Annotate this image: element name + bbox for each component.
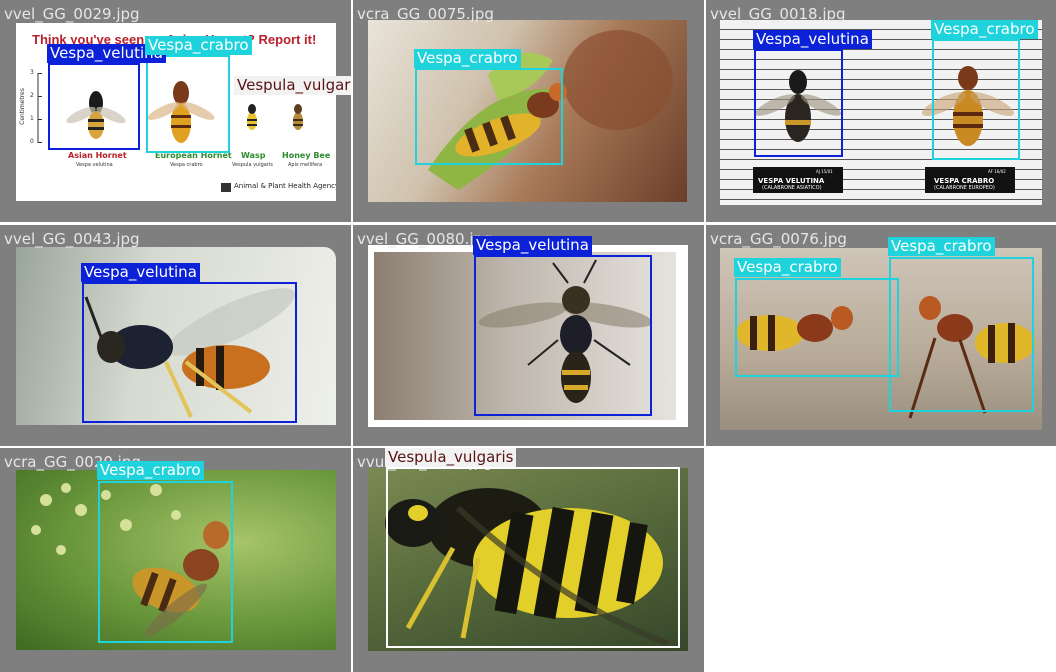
plate-title: VESPA CRABRO xyxy=(934,177,995,185)
poster-tick: 3 xyxy=(30,69,34,76)
species-latin: Vespa velutina xyxy=(76,162,113,168)
detection-label: Vespula_vulgaris xyxy=(234,76,351,95)
poster-axis-label: Centimetres xyxy=(18,88,26,125)
bbox-vespa-crabro[interactable] xyxy=(932,39,1020,160)
image-tile[interactable]: vcra_GG_0076.jpg Vespa_crabro Vespa_crab… xyxy=(706,225,1056,446)
species-latin: Vespula vulgaris xyxy=(232,162,273,168)
bbox-vespa-velutina[interactable] xyxy=(474,255,652,416)
bbox-vespa-velutina[interactable] xyxy=(754,49,843,157)
poster-tick: 2 xyxy=(30,92,34,99)
bbox-vespa-crabro[interactable] xyxy=(98,481,233,643)
detection-label: Vespula_vulgaris xyxy=(385,448,517,467)
detection-label: Vespa_velutina xyxy=(753,30,872,49)
bbox-vespa-crabro[interactable] xyxy=(146,55,230,153)
image-filename: vvel_GG_0018.jpg xyxy=(710,5,846,23)
species-latin: Vespa crabro xyxy=(170,162,203,168)
species-name: Honey Bee xyxy=(282,151,331,160)
bbox-vespa-crabro[interactable] xyxy=(889,257,1034,412)
image-filename: vcra_GG_0075.jpg xyxy=(357,5,494,23)
plate-subtitle: (CALABRONE EUROPEO) xyxy=(934,185,995,191)
image-tile[interactable]: vvel_GG_0018.jpg AJ 15/01 VESPA VELUTINA… xyxy=(706,0,1056,222)
image-tile[interactable]: vcra_GG_0075.jpg Vespa_crabro xyxy=(353,0,704,222)
detection-label: Vespa_velutina xyxy=(81,263,200,282)
plate-title: VESPA VELUTINA xyxy=(758,177,825,185)
image-tile[interactable]: vvel_GG_0029.jpg Think you've seen Repor… xyxy=(0,0,351,222)
bbox-vespa-velutina[interactable] xyxy=(48,63,140,150)
image-filename: vcra_GG_0076.jpg xyxy=(710,230,847,248)
plate-subtitle: (CALABRONE ASIATICO) xyxy=(762,185,822,191)
bbox-vespula-vulgaris[interactable] xyxy=(386,467,680,648)
detection-label: Vespa_crabro xyxy=(97,461,204,480)
image-tile[interactable]: vvel_GG_0043.jpg Vespa_velutina xyxy=(0,225,351,446)
detection-label: Vespa_crabro xyxy=(145,36,252,55)
bbox-vespa-velutina[interactable] xyxy=(82,282,297,423)
detection-label: Vespa_crabro xyxy=(931,20,1038,39)
detection-label: Vespa_crabro xyxy=(734,258,841,277)
species-latin: Apis mellifera xyxy=(288,162,323,168)
plate-id: AF 16/02 xyxy=(988,169,1006,174)
species-name: Wasp xyxy=(241,151,266,160)
image-tile[interactable]: vvul_GG_0016.jpg Vespula_vulgaris xyxy=(353,448,704,672)
detection-label: Vespa_velutina xyxy=(473,236,592,255)
poster-tick: 0 xyxy=(30,138,34,145)
detection-label: Vespa_crabro xyxy=(414,49,521,68)
image-tile[interactable]: vcra_GG_0020.jpg Vespa_crabro xyxy=(0,448,351,672)
image-tile[interactable]: vvel_GG_0080.jpg Vespa_velutina xyxy=(353,225,704,446)
plate-id: AJ 15/01 xyxy=(816,169,833,174)
detection-label: Vespa_crabro xyxy=(888,237,995,256)
species-name: Asian Hornet xyxy=(68,151,127,160)
image-filename: vvel_GG_0043.jpg xyxy=(4,230,140,248)
image-filename: vvel_GG_0029.jpg xyxy=(4,5,140,23)
bbox-vespa-crabro[interactable] xyxy=(735,278,899,377)
poster-tick: 1 xyxy=(30,115,34,122)
agency-name: Animal & Plant Health Agency xyxy=(234,182,336,190)
bbox-vespa-crabro[interactable] xyxy=(415,68,563,165)
